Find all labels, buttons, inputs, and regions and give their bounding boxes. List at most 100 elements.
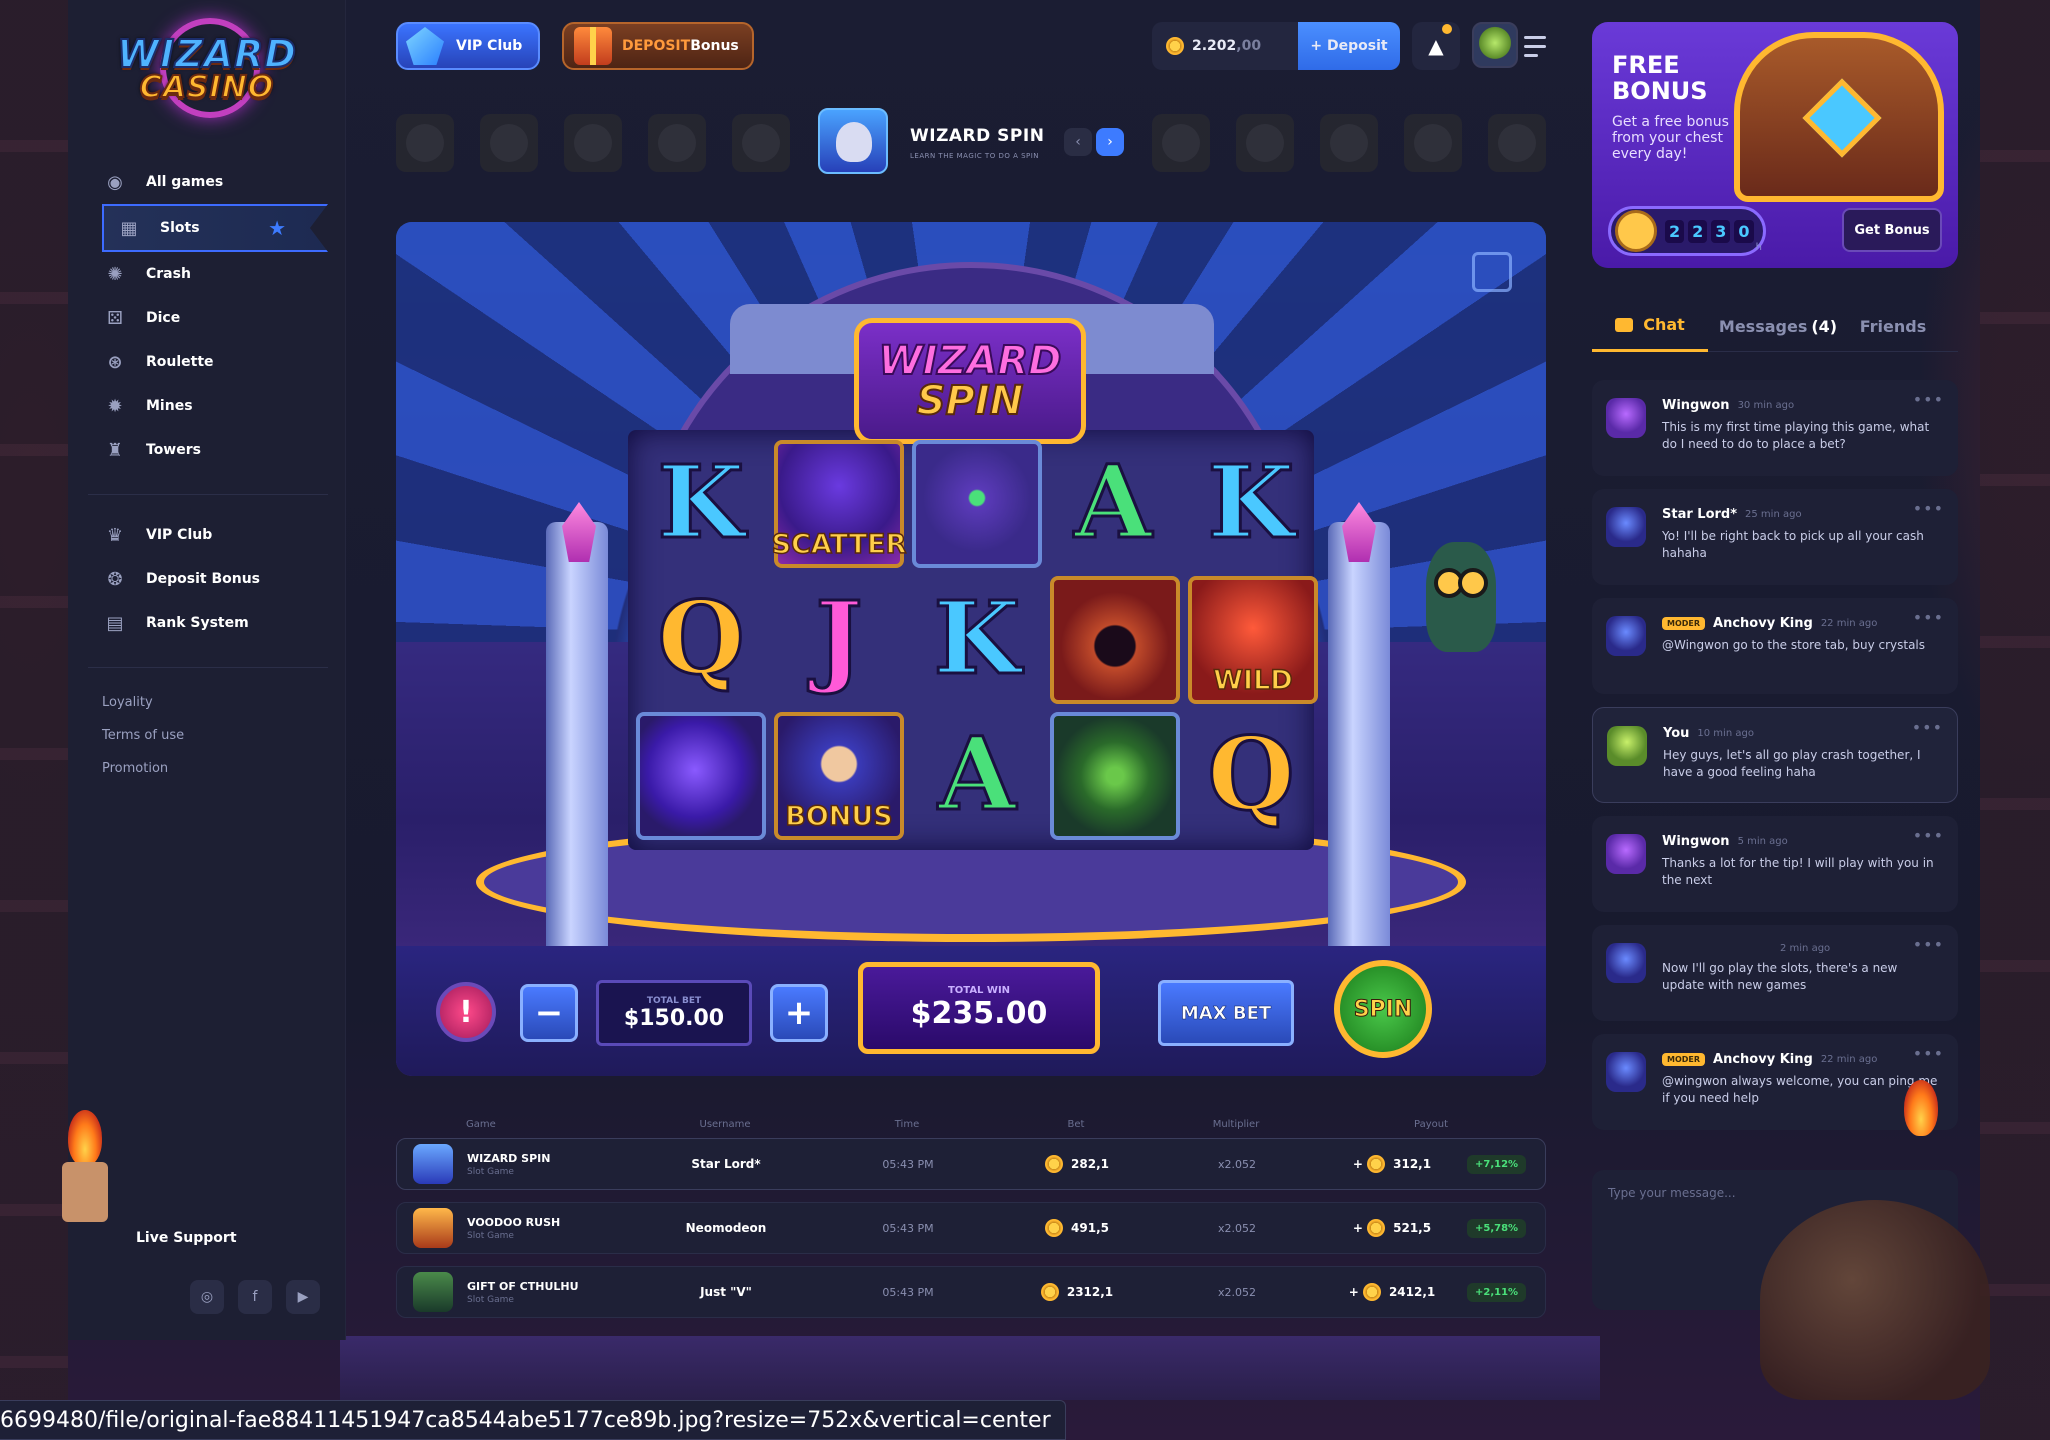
game-thumbnail-active[interactable] bbox=[818, 108, 888, 174]
instagram-icon[interactable]: ◎ bbox=[190, 1280, 224, 1314]
sidebar-item-deposit-bonus[interactable]: ❂ Deposit Bonus bbox=[88, 557, 328, 601]
column-header: Payout bbox=[1413, 1118, 1448, 1130]
max-bet-button[interactable]: MAX BET bbox=[1158, 980, 1294, 1046]
more-options-icon[interactable]: ••• bbox=[1913, 826, 1944, 845]
deposit-bonus-label: Bonus bbox=[690, 38, 739, 54]
carousel-prev-button[interactable]: ‹ bbox=[1064, 128, 1092, 156]
slot-machine-icon: ▦ bbox=[120, 217, 138, 239]
sidebar-item-vip-club[interactable]: ♛ VIP Club bbox=[88, 513, 328, 557]
multiplier: x2.052 bbox=[1217, 1157, 1256, 1171]
link-terms[interactable]: Terms of use bbox=[88, 719, 328, 752]
get-bonus-button[interactable]: Get Bonus bbox=[1842, 208, 1942, 252]
avatar[interactable] bbox=[1606, 398, 1646, 438]
youtube-icon[interactable]: ▶ bbox=[286, 1280, 320, 1314]
multiplier: x2.052 bbox=[1217, 1221, 1256, 1235]
game-thumbnail[interactable] bbox=[1320, 114, 1378, 172]
table-row[interactable]: VOODOO RUSH Slot Game Neomodeon 05:43 PM … bbox=[396, 1202, 1546, 1254]
game-thumbnail[interactable] bbox=[1488, 114, 1546, 172]
game-cell: GIFT OF CTHULHU Slot Game bbox=[397, 1272, 633, 1312]
notification-dot bbox=[1442, 24, 1452, 34]
game-thumbnail[interactable] bbox=[648, 114, 706, 172]
chat-message: ••• 2 min ago Now I'll go play the slots, … bbox=[1592, 925, 1958, 1021]
sidebar-item-rank-system[interactable]: ▤ Rank System bbox=[88, 601, 328, 645]
deposit-button[interactable]: + Deposit bbox=[1298, 22, 1400, 70]
user-avatar[interactable] bbox=[1472, 22, 1518, 68]
sidebar-item-slots[interactable]: ▦ Slots ★ bbox=[102, 204, 328, 252]
free-bonus-card: FREE BONUS Get a free bonus from your ch… bbox=[1592, 22, 1958, 268]
avatar[interactable] bbox=[1607, 726, 1647, 766]
game-thumbnail[interactable] bbox=[1404, 114, 1462, 172]
tab-chat[interactable]: Chat bbox=[1592, 300, 1708, 352]
sidebar-item-towers[interactable]: ♜ Towers bbox=[88, 428, 328, 472]
more-options-icon[interactable]: ••• bbox=[1912, 718, 1943, 737]
table-header: Game Username Time Bet Multiplier Payout bbox=[396, 1110, 1546, 1138]
star-icon[interactable]: ★ bbox=[268, 216, 286, 240]
fullscreen-icon[interactable] bbox=[1472, 252, 1512, 292]
deposit-bonus-button[interactable]: DEPOSIT Bonus bbox=[562, 22, 754, 70]
avatar[interactable] bbox=[1606, 834, 1646, 874]
divider bbox=[88, 494, 328, 495]
flame-icon bbox=[1904, 1080, 1938, 1136]
sidebar-item-mines[interactable]: ✹ Mines bbox=[88, 384, 328, 428]
tab-friends[interactable]: Friends bbox=[1848, 300, 1938, 352]
sidebar-item-roulette[interactable]: ⊛ Roulette bbox=[88, 340, 328, 384]
increase-bet-button[interactable]: + bbox=[770, 984, 828, 1042]
menu-icon[interactable] bbox=[1524, 36, 1546, 57]
symbol-j: J bbox=[814, 578, 864, 699]
carousel-next-button[interactable]: › bbox=[1096, 128, 1124, 156]
total-win-value: $235.00 bbox=[910, 996, 1048, 1031]
avatar[interactable] bbox=[1606, 616, 1646, 656]
avatar[interactable] bbox=[1606, 1052, 1646, 1092]
game-carousel: WIZARD SPIN LEARN THE MAGIC TO DO A SPIN… bbox=[396, 108, 1548, 178]
sidebar-item-dice[interactable]: ⚄ Dice bbox=[88, 296, 328, 340]
more-options-icon[interactable]: ••• bbox=[1913, 390, 1944, 409]
decrease-bet-button[interactable]: − bbox=[520, 984, 578, 1042]
link-loyality[interactable]: Loyality bbox=[88, 686, 328, 719]
sidebar-item-all-games[interactable]: ◉ All games bbox=[88, 160, 328, 204]
facebook-icon[interactable]: f bbox=[238, 1280, 272, 1314]
bet-value: 491,5 bbox=[1071, 1221, 1109, 1235]
casino-logo[interactable]: WIZARD CASINO bbox=[92, 18, 322, 118]
game-thumbnail[interactable] bbox=[564, 114, 622, 172]
chat-message-own: ••• You 10 min ago Hey guys, let's all go p… bbox=[1592, 707, 1958, 803]
game-thumbnail[interactable] bbox=[732, 114, 790, 172]
symbol-k: K bbox=[1206, 442, 1296, 563]
symbol-bonus: BONUS bbox=[774, 712, 904, 840]
bonus-timer: 2 2 3 0 h bbox=[1608, 206, 1766, 256]
link-promotion[interactable]: Promotion bbox=[88, 752, 328, 785]
more-options-icon[interactable]: ••• bbox=[1913, 935, 1944, 954]
live-support-link[interactable]: Live Support bbox=[136, 1230, 237, 1246]
message-author: Anchovy King bbox=[1713, 616, 1813, 631]
notifications-button[interactable]: ▲ bbox=[1412, 22, 1460, 70]
table-row[interactable]: WIZARD SPIN Slot Game Star Lord* 05:43 PM… bbox=[396, 1138, 1546, 1190]
game-thumbnail[interactable] bbox=[1152, 114, 1210, 172]
table-row[interactable]: GIFT OF CTHULHU Slot Game Just "V" 05:43 … bbox=[396, 1266, 1546, 1318]
more-options-icon[interactable]: ••• bbox=[1913, 608, 1944, 627]
username: Just "V" bbox=[700, 1285, 752, 1299]
bet-cell: 2312,1 bbox=[997, 1283, 1157, 1301]
avatar[interactable] bbox=[1606, 943, 1646, 983]
message-text: @Wingwon go to the store tab, buy crysta… bbox=[1662, 638, 1926, 652]
game-thumbnail[interactable] bbox=[480, 114, 538, 172]
symbol-q: Q bbox=[1206, 714, 1296, 835]
spin-button[interactable]: SPIN bbox=[1334, 960, 1432, 1058]
game-logo-line1: WIZARD bbox=[878, 338, 1063, 384]
more-options-icon[interactable]: ••• bbox=[1913, 499, 1944, 518]
game-thumbnail[interactable] bbox=[1236, 114, 1294, 172]
message-time: 22 min ago bbox=[1820, 1054, 1878, 1065]
sidebar-item-crash[interactable]: ✺ Crash bbox=[88, 252, 328, 296]
avatar[interactable] bbox=[1606, 507, 1646, 547]
info-button[interactable]: ! bbox=[436, 982, 496, 1042]
mines-icon: ✹ bbox=[107, 395, 123, 417]
carousel-subtitle: LEARN THE MAGIC TO DO A SPIN bbox=[910, 152, 1040, 160]
wild-label: WILD bbox=[1213, 664, 1294, 697]
message-author: Star Lord* bbox=[1662, 507, 1738, 522]
game-thumbnail[interactable] bbox=[396, 114, 454, 172]
chat-message: ••• MODER Anchovy King 22 min ago @Wingwon g… bbox=[1592, 598, 1958, 694]
vip-club-button[interactable]: VIP Club bbox=[396, 22, 540, 70]
game-icon bbox=[413, 1208, 453, 1248]
tab-label: Chat bbox=[1643, 315, 1685, 334]
tab-messages[interactable]: Messages (4) bbox=[1708, 300, 1848, 352]
time: 05:43 PM bbox=[882, 1285, 934, 1299]
url-status-bar: 6699480/file/original-fae88411451947ca85… bbox=[0, 1400, 1066, 1440]
